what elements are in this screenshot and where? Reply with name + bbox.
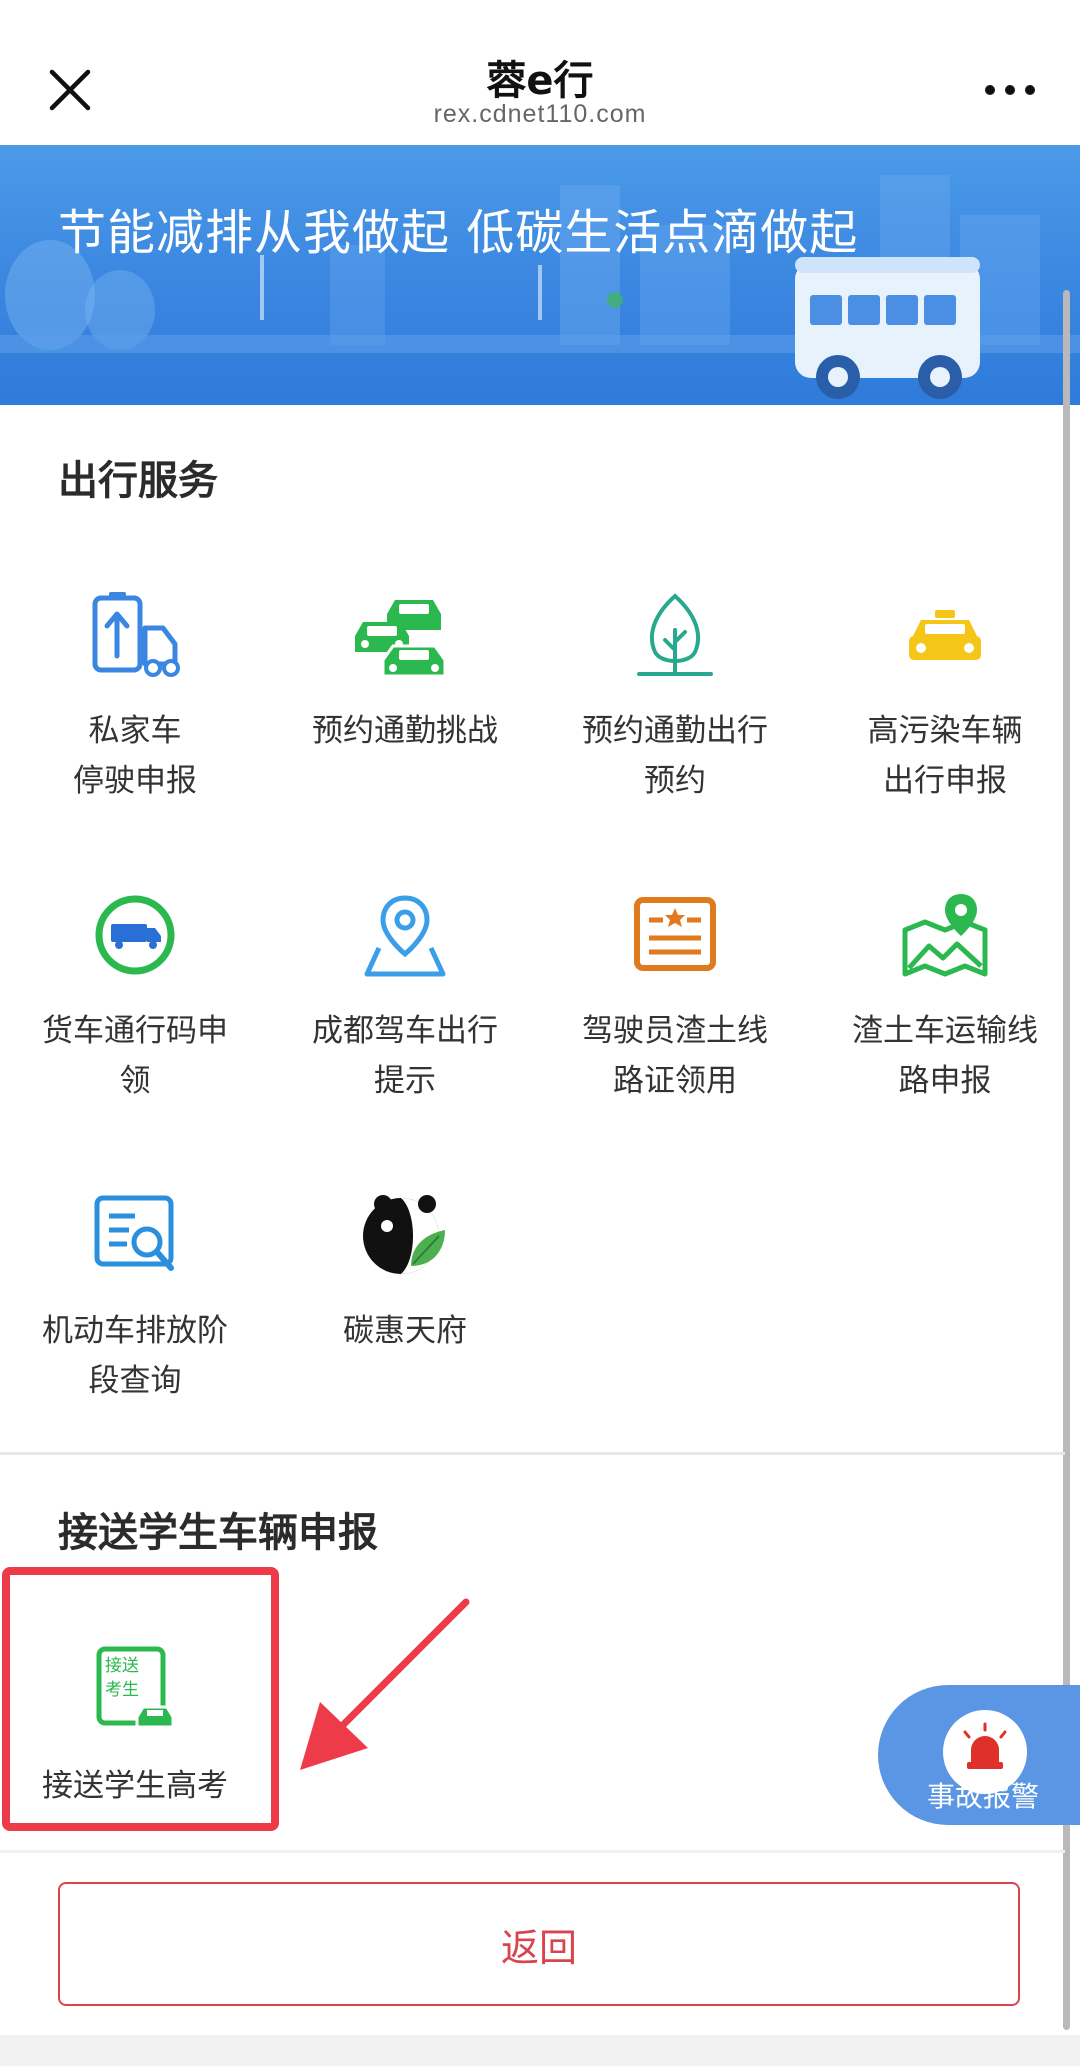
service-label-line1: 货车通行码申 — [42, 1013, 228, 1049]
alarm-label: 事故报警 — [926, 1780, 1039, 1813]
service-label-line2: 提示 — [374, 1063, 436, 1099]
truck-badge-icon — [95, 895, 175, 975]
service-label-line1: 驾驶员渣土线 — [582, 1013, 768, 1049]
bottom-divider — [0, 1850, 1065, 1853]
service-label-line1: 预约通勤挑战 — [312, 713, 498, 749]
panda-leaf-icon — [363, 1195, 445, 1274]
service-label-line2: 预约 — [644, 763, 706, 799]
section-title-travel: 出行服务 — [58, 458, 218, 504]
banner-slogan: 节能减排从我做起 低碳生活点滴做起 — [58, 205, 859, 261]
certificate-icon — [634, 897, 716, 971]
map-pin-icon — [902, 894, 988, 977]
page-title: 蓉e行 — [486, 58, 594, 104]
service-label-line1: 机动车排放阶 — [42, 1313, 228, 1349]
service-private-car-report[interactable]: 私家车 停驶申报 — [0, 590, 270, 806]
service-label-line2: 停驶申报 — [73, 763, 197, 799]
service-commute-booking[interactable]: 预约通勤出行 预约 — [540, 590, 810, 806]
eco-banner: 节能减排从我做起 低碳生活点滴做起 — [0, 145, 1080, 405]
bus-icon — [795, 257, 980, 399]
service-label-line1: 碳惠天府 — [343, 1313, 467, 1349]
service-label-line2: 路证领用 — [613, 1063, 737, 1099]
bottom-strip — [0, 2035, 1080, 2066]
top-nav-bar: 蓉e行 rex.cdnet110.com — [0, 0, 1080, 145]
banner-city-illustration — [0, 175, 1080, 399]
service-emission-stage-query[interactable]: 机动车排放阶 段查询 — [0, 1190, 270, 1406]
service-label-line2: 段查询 — [88, 1363, 182, 1399]
service-label-line1: 预约通勤出行 — [582, 713, 768, 749]
service-carbon-tianfu[interactable]: 碳惠天府 — [270, 1190, 540, 1356]
leaf-icon — [637, 593, 713, 676]
service-label-line2: 出行申报 — [883, 763, 1007, 799]
section-divider — [0, 1452, 1065, 1455]
service-driver-route-permit[interactable]: 驾驶员渣土线 路证领用 — [540, 890, 810, 1106]
accident-alarm-button[interactable]: 事故报警 — [878, 1685, 1080, 1825]
service-label-line1: 私家车 — [88, 713, 182, 749]
page-url: rex.cdnet110.com — [433, 100, 647, 128]
highlight-box — [2, 1567, 279, 1831]
battery-truck-icon — [92, 592, 180, 677]
service-muck-truck-route-report[interactable]: 渣土车运输线 路申报 — [810, 890, 1080, 1106]
section-title-student: 接送学生车辆申报 — [58, 1510, 378, 1556]
service-label-line1: 渣土车运输线 — [852, 1013, 1038, 1049]
cars-icon — [355, 600, 447, 678]
back-button[interactable]: 返回 — [58, 1882, 1020, 2006]
location-pin-icon — [364, 895, 446, 977]
service-chengdu-driving-tips[interactable]: 成都驾车出行 提示 — [270, 890, 540, 1106]
service-high-pollution-vehicle[interactable]: 高污染车辆 出行申报 — [810, 590, 1080, 806]
service-truck-pass-code[interactable]: 货车通行码申 领 — [0, 890, 270, 1106]
search-doc-icon — [94, 1195, 174, 1271]
service-label-line1: 成都驾车出行 — [312, 1013, 498, 1049]
service-label-line2: 路申报 — [898, 1063, 992, 1099]
arrow-icon — [300, 1598, 470, 1770]
more-icon[interactable] — [980, 70, 1040, 110]
service-label-line2: 领 — [119, 1063, 151, 1099]
service-commute-challenge[interactable]: 预约通勤挑战 — [270, 590, 540, 756]
service-label-line1: 高污染车辆 — [867, 713, 1023, 749]
taxi-icon — [909, 610, 981, 660]
